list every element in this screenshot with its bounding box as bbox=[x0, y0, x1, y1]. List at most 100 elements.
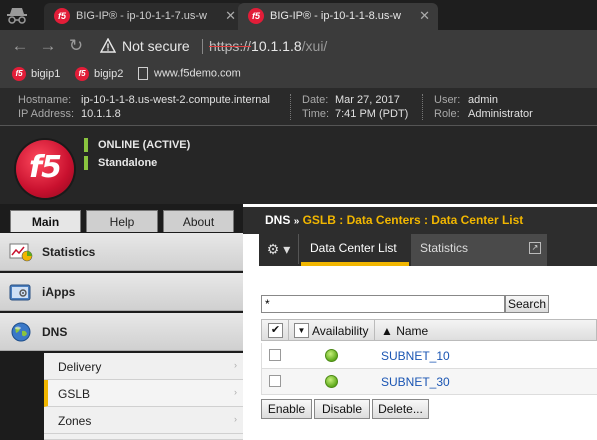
url-host: 10.1.1.8 bbox=[251, 38, 302, 54]
search-button[interactable]: Search bbox=[505, 295, 549, 313]
select-all-checkbox[interactable]: ✔ bbox=[268, 323, 283, 338]
role-value: Administrator bbox=[468, 108, 533, 120]
chevron-right-icon: › bbox=[234, 360, 237, 370]
tab-label: Statistics bbox=[420, 241, 469, 255]
address-divider bbox=[202, 39, 203, 54]
close-tab-icon[interactable]: ✕ bbox=[419, 8, 430, 24]
forward-arrow-icon[interactable]: → bbox=[38, 36, 58, 56]
bookmark-label: bigip1 bbox=[31, 68, 61, 80]
bookmark-bigip2[interactable]: f5 bigip2 bbox=[75, 67, 123, 83]
user-info: User: admin Role: Administrator bbox=[434, 93, 533, 121]
tab-main[interactable]: Main bbox=[10, 210, 81, 232]
bookmark-label: www.f5demo.com bbox=[154, 67, 241, 80]
external-link-icon: ↗ bbox=[529, 242, 541, 254]
user-value: admin bbox=[468, 94, 498, 106]
column-availability[interactable]: Availability bbox=[312, 324, 368, 338]
tab-about[interactable]: About bbox=[163, 210, 234, 232]
banner-divider bbox=[290, 94, 291, 120]
f5-bookmark-icon: f5 bbox=[12, 67, 26, 81]
breadcrumb: DNS » GSLB : Data Centers : Data Center … bbox=[243, 207, 597, 234]
user-key: User: bbox=[434, 94, 461, 106]
search-input[interactable] bbox=[261, 295, 505, 313]
browser-tab-bigip7[interactable]: f5 BIG-IP® - ip-10-1-1-7.us-w ✕ bbox=[44, 3, 244, 30]
url-scheme: https:// bbox=[209, 38, 252, 54]
breadcrumb-path: GSLB : Data Centers : Data Center List bbox=[302, 213, 524, 227]
tab-title: BIG-IP® - ip-10-1-1-7.us-w bbox=[76, 10, 207, 22]
browser-toolbar: ← → ↻ Not secure https://10.1.1.8/xui/ bbox=[0, 30, 597, 62]
browser-tab-strip: f5 BIG-IP® - ip-10-1-1-7.us-w ✕ f5 BIG-I… bbox=[0, 0, 597, 30]
main-content: DNS » GSLB : Data Centers : Data Center … bbox=[243, 204, 597, 440]
address-bar[interactable]: Not secure https://10.1.1.8/xui/ bbox=[96, 34, 597, 58]
time-key: Time: bbox=[302, 108, 330, 120]
column-name[interactable]: ▲ Name bbox=[381, 324, 428, 338]
bookmark-label: bigip2 bbox=[94, 68, 124, 80]
table-row: SUBNET_30 bbox=[261, 369, 597, 395]
nav-item-gslb[interactable]: GSLB › bbox=[44, 380, 243, 407]
date-value: Mar 27, 2017 bbox=[335, 94, 400, 106]
iapps-icon bbox=[9, 284, 31, 301]
url-path: /xui/ bbox=[301, 38, 328, 54]
statistics-icon bbox=[9, 243, 33, 262]
status-online: ONLINE (ACTIVE) bbox=[84, 138, 190, 152]
chevron-right-icon: › bbox=[234, 414, 237, 424]
column-divider bbox=[288, 320, 289, 340]
system-info-banner: Hostname: ip-10-1-1-8.us-west-2.compute.i… bbox=[0, 88, 597, 126]
back-arrow-icon[interactable]: ← bbox=[10, 36, 30, 56]
nav-section-iapps[interactable]: iApps bbox=[0, 273, 243, 311]
column-divider bbox=[374, 320, 375, 340]
role-key: Role: bbox=[434, 108, 460, 120]
nav-item-label: Zones bbox=[58, 414, 92, 428]
nav-item-delivery[interactable]: Delivery › bbox=[44, 353, 243, 380]
reload-icon[interactable]: ↻ bbox=[66, 36, 86, 56]
warning-triangle-icon[interactable] bbox=[100, 38, 116, 54]
nav-item-label: Delivery bbox=[58, 360, 102, 374]
column-options-dropdown-icon[interactable]: ▼ bbox=[294, 323, 309, 338]
status-standalone: Standalone bbox=[84, 156, 157, 170]
data-center-link[interactable]: SUBNET_10 bbox=[381, 349, 450, 363]
row-checkbox[interactable] bbox=[269, 375, 281, 387]
data-center-link[interactable]: SUBNET_30 bbox=[381, 375, 450, 389]
nav-tabs: Main Help About bbox=[0, 204, 243, 232]
nav-section-label: DNS bbox=[42, 325, 68, 339]
logo-text: f5 bbox=[29, 150, 62, 185]
row-checkbox[interactable] bbox=[269, 349, 281, 361]
nav-item-zones[interactable]: Zones › bbox=[44, 407, 243, 434]
bookmark-f5demo[interactable]: www.f5demo.com bbox=[138, 67, 241, 83]
hostname-value: ip-10-1-1-8.us-west-2.compute.internal bbox=[81, 94, 270, 106]
status-available-icon bbox=[325, 349, 338, 362]
ip-key: IP Address: bbox=[18, 108, 75, 120]
tab-statistics[interactable]: Statistics ↗ bbox=[411, 234, 547, 266]
content-tabs: ⚙ ▾ Data Center List Statistics ↗ bbox=[259, 234, 597, 266]
table-header: ✔ ▼ Availability ▲ Name bbox=[261, 319, 597, 341]
security-label: Not secure bbox=[122, 38, 190, 54]
breadcrumb-root[interactable]: DNS bbox=[265, 213, 290, 227]
disable-button[interactable]: Disable bbox=[314, 399, 370, 419]
bookmark-bigip1[interactable]: f5 bigip1 bbox=[12, 67, 60, 83]
tab-data-center-list[interactable]: Data Center List bbox=[301, 234, 409, 266]
nav-item-label: GSLB bbox=[58, 387, 91, 401]
chevron-right-icon: › bbox=[234, 387, 237, 397]
datetime-info: Date: Mar 27, 2017 Time: 7:41 PM (PDT) bbox=[302, 93, 408, 121]
browser-tab-bigip8[interactable]: f5 BIG-IP® - ip-10-1-1-8.us-w ✕ bbox=[238, 3, 438, 30]
url-text: https://10.1.1.8/xui/ bbox=[209, 38, 327, 54]
date-key: Date: bbox=[302, 94, 329, 106]
page-icon bbox=[138, 67, 148, 80]
nav-section-label: iApps bbox=[42, 285, 76, 299]
incognito-icon bbox=[7, 8, 27, 24]
f5-logo[interactable]: f5 bbox=[16, 140, 74, 198]
table-row: SUBNET_10 bbox=[261, 343, 597, 369]
tab-help[interactable]: Help bbox=[86, 210, 158, 232]
close-tab-icon[interactable]: ✕ bbox=[225, 8, 236, 24]
nav-item-partial bbox=[44, 434, 243, 440]
nav-section-label: Statistics bbox=[42, 245, 96, 259]
bookmarks-bar: f5 bigip1 f5 bigip2 www.f5demo.com bbox=[0, 62, 597, 88]
gear-menu-icon[interactable]: ⚙ ▾ bbox=[259, 234, 299, 264]
globe-icon bbox=[11, 322, 31, 342]
nav-section-statistics[interactable]: Statistics bbox=[0, 233, 243, 271]
nav-section-dns[interactable]: DNS bbox=[0, 313, 243, 351]
banner-divider bbox=[422, 94, 423, 120]
enable-button[interactable]: Enable bbox=[261, 399, 312, 419]
delete-button[interactable]: Delete... bbox=[372, 399, 429, 419]
device-header: f5 ONLINE (ACTIVE) Standalone bbox=[0, 126, 597, 204]
hostname-key: Hostname: bbox=[18, 94, 72, 106]
